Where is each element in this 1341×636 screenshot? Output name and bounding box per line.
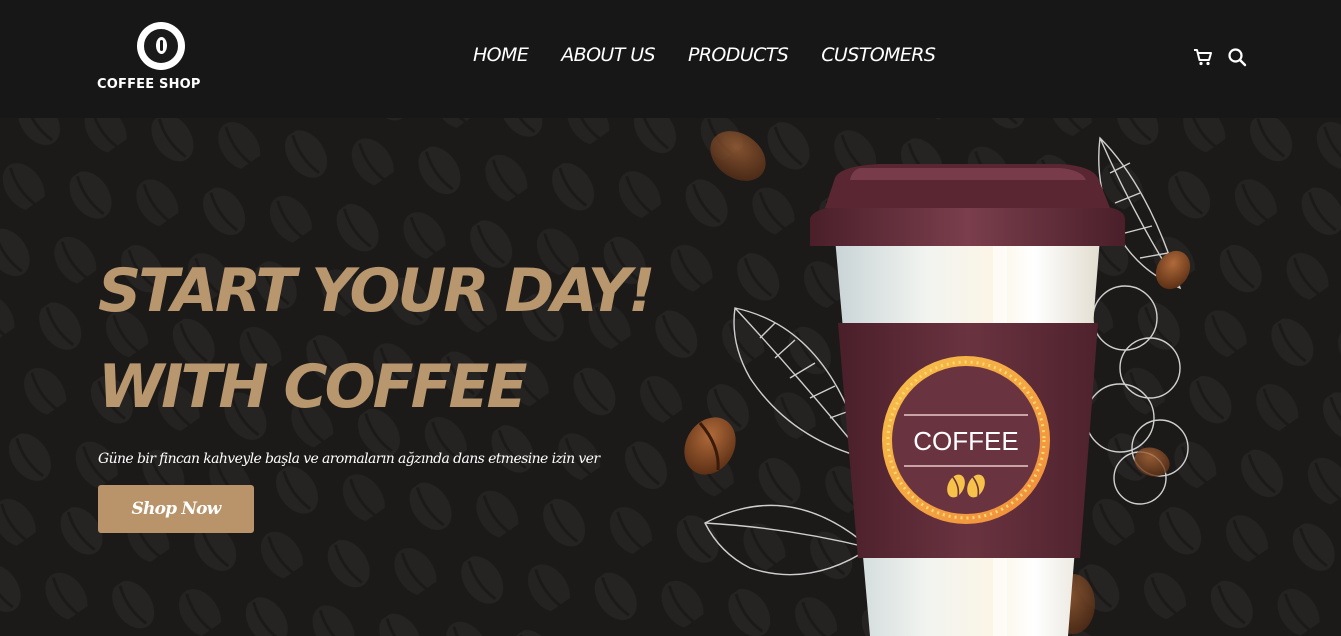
nav-item-customers[interactable]: CUSTOMERS	[821, 44, 936, 66]
header-actions	[1193, 47, 1247, 67]
nav-item-home[interactable]: HOME	[473, 44, 529, 66]
coffee-cup-illustration: COFFEE	[684, 131, 1191, 636]
hero-headline-line-1: START YOUR DAY!	[98, 256, 656, 326]
hero-subtitle: Güne bir fincan kahveyle başla ve aromal…	[98, 451, 600, 467]
hero-headline-line-2: WITH COFFEE	[98, 352, 528, 422]
hero-section: START YOUR DAY! WITH COFFEE Güne bir fin…	[0, 118, 1341, 636]
nav-item-about-us[interactable]: ABOUT US	[561, 44, 655, 66]
cart-icon[interactable]	[1193, 47, 1213, 67]
brand-name: COFFEE SHOP	[97, 77, 201, 92]
shop-now-button[interactable]: Shop Now	[98, 485, 254, 533]
nav-item-products[interactable]: PRODUCTS	[688, 44, 789, 66]
brand-logo[interactable]: COFFEE SHOP	[97, 22, 201, 94]
search-icon[interactable]	[1227, 47, 1247, 67]
site-header: COFFEE SHOP HOME ABOUT US PRODUCTS CUSTO…	[0, 0, 1341, 118]
main-nav: HOME ABOUT US PRODUCTS CUSTOMERS	[473, 44, 936, 66]
coffee-bean-logo-icon	[137, 22, 185, 70]
cup-label: COFFEE	[913, 426, 1018, 456]
coffee-cherries-outline-icon	[1085, 285, 1189, 505]
